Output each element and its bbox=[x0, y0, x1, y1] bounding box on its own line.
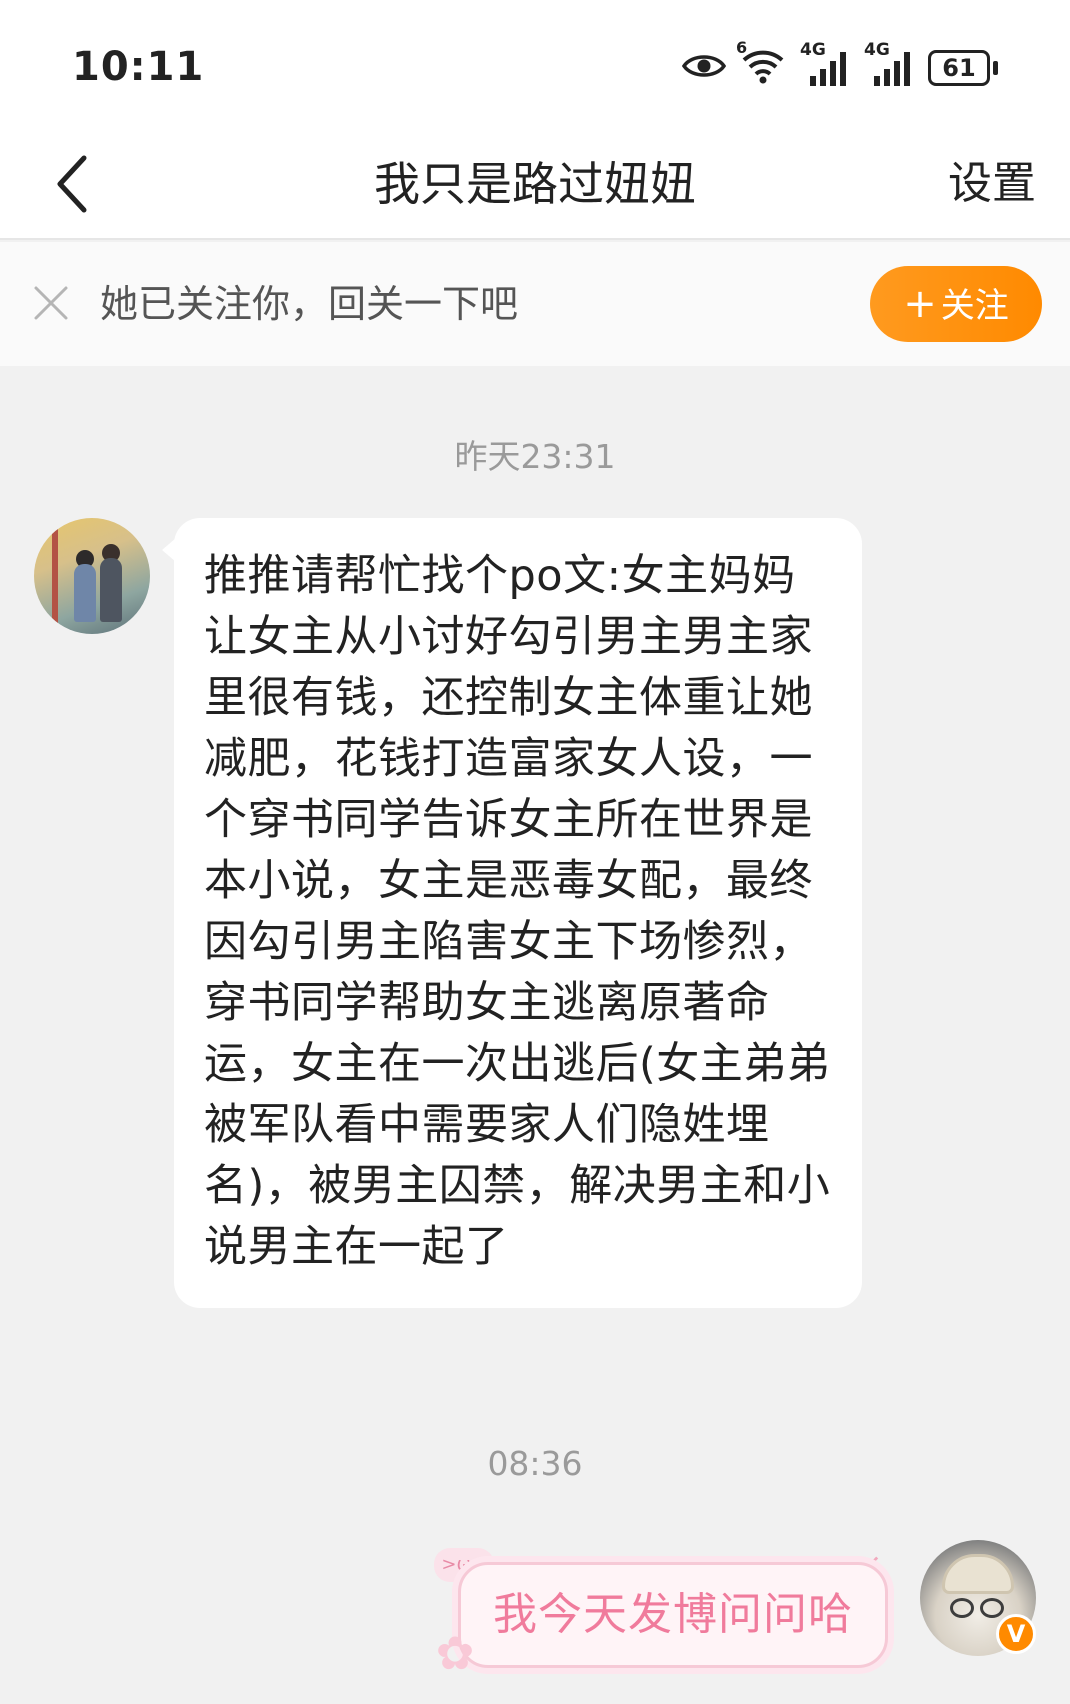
outgoing-message-text: 我今天发博问问哈 bbox=[493, 1589, 853, 1640]
outgoing-message-bubble[interactable]: 我今天发博问问哈 bbox=[458, 1562, 888, 1668]
eye-icon bbox=[681, 51, 727, 85]
follow-button[interactable]: + 关注 bbox=[870, 266, 1042, 342]
banner-close-button[interactable] bbox=[28, 280, 74, 326]
status-bar: 10:11 6 4G 4G 61 bbox=[0, 0, 1070, 128]
verified-badge-icon: V bbox=[996, 1614, 1036, 1654]
chevron-left-icon bbox=[57, 155, 87, 213]
outgoing-message: >ω< ✕ 我今天发博问问哈 ✿ bbox=[430, 1548, 900, 1678]
follow-back-banner: 她已关注你，回关一下吧 + 关注 bbox=[0, 242, 1070, 366]
sender-avatar[interactable] bbox=[34, 518, 150, 634]
signal-icon-2: 4G bbox=[864, 40, 914, 88]
signal-label-1: 4G bbox=[800, 40, 826, 60]
back-button[interactable] bbox=[30, 142, 114, 226]
page-title: 我只是路过妞妞 bbox=[374, 157, 696, 211]
incoming-message-bubble[interactable]: 推推请帮忙找个po文:女主妈妈让女主从小讨好勾引男主男主家里很有钱，还控制女主体… bbox=[162, 518, 862, 1308]
message-timestamp: 昨天23:31 bbox=[454, 437, 616, 476]
status-time: 10:11 bbox=[72, 44, 205, 90]
plus-icon: + bbox=[903, 281, 937, 327]
close-icon bbox=[34, 286, 68, 320]
settings-button[interactable]: 设置 bbox=[948, 128, 1036, 240]
signal-icon-1: 4G bbox=[800, 40, 850, 88]
battery-icon: 61 bbox=[928, 50, 998, 86]
battery-level: 61 bbox=[942, 54, 976, 82]
wifi-superscript: 6 bbox=[736, 38, 748, 57]
star-decoration-icon: ✿ bbox=[435, 1626, 475, 1680]
incoming-message-text: 推推请帮忙找个po文:女主妈妈让女主从小讨好勾引男主男主家里很有钱，还控制女主体… bbox=[204, 551, 831, 1272]
status-icons: 6 4G 4G 61 bbox=[681, 38, 998, 92]
wifi-icon: 6 bbox=[736, 38, 786, 90]
signal-label-2: 4G bbox=[864, 40, 890, 60]
follow-button-label: 关注 bbox=[940, 286, 1009, 326]
message-timestamp-2: 08:36 bbox=[487, 1444, 583, 1483]
nav-bar: 我只是路过妞妞 设置 bbox=[0, 128, 1070, 240]
banner-text: 她已关注你，回关一下吧 bbox=[100, 282, 519, 326]
